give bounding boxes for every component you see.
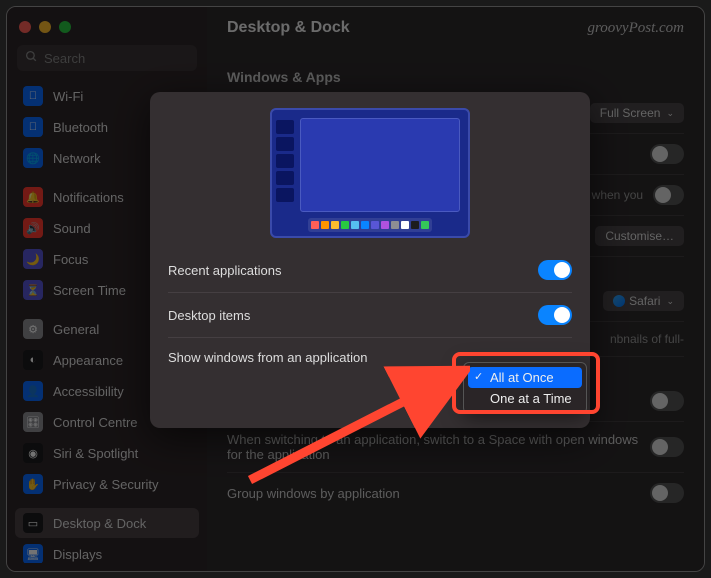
search-input[interactable]: Search	[17, 45, 197, 71]
focus-icon: 🌙	[23, 249, 43, 269]
sidebar-item-label: Accessibility	[53, 384, 124, 399]
page-title: Desktop & Dock	[227, 19, 350, 37]
displays-icon: 🖥	[23, 544, 43, 563]
show-windows-dropdown[interactable]: All at OnceOne at a Time	[463, 362, 587, 414]
sidebar-item-label: Screen Time	[53, 283, 126, 298]
sidebar-item-displays[interactable]: 🖥 Displays	[15, 539, 199, 563]
dropdown-option[interactable]: All at Once	[468, 367, 582, 388]
sidebar-item-label: Privacy & Security	[53, 477, 158, 492]
network-icon: 🌐	[23, 148, 43, 168]
gear-icon: ⚙	[23, 319, 43, 339]
window-controls	[7, 15, 207, 45]
bluetooth-icon: 􀖀	[23, 117, 43, 137]
desktop-items-toggle[interactable]	[538, 305, 572, 325]
privacy-icon: ✋	[23, 474, 43, 494]
sidebar-item-label: Appearance	[53, 353, 123, 368]
sidebar-item-label: Focus	[53, 252, 88, 267]
maximize-icon[interactable]	[59, 21, 71, 33]
sidebar-item-label: Network	[53, 151, 101, 166]
watermark: groovyPost.com	[587, 20, 684, 37]
sidebar-item-privacy-security[interactable]: ✋ Privacy & Security	[15, 469, 199, 499]
recent-apps-row: Recent applications	[168, 248, 572, 293]
screentime-icon: ⏳	[23, 280, 43, 300]
safari-select[interactable]: Safari	[603, 291, 684, 311]
sidebar-item-siri-spotlight[interactable]: ◉ Siri & Spotlight	[15, 438, 199, 468]
setting-label: Recent applications	[168, 263, 281, 278]
recent-apps-toggle[interactable]	[538, 260, 572, 280]
sound-icon: 🔊	[23, 218, 43, 238]
sidebar-item-label: Displays	[53, 547, 102, 562]
toggle[interactable]	[650, 144, 684, 164]
sidebar-item-label: General	[53, 322, 99, 337]
header: Desktop & Dock groovyPost.com	[207, 7, 704, 49]
accessibility-icon: 👤	[23, 381, 43, 401]
compass-icon	[613, 295, 625, 307]
sidebar-item-label: Desktop & Dock	[53, 516, 146, 531]
setting-row: When switching to an application, switch…	[227, 422, 684, 473]
desktop-icon: ▭	[23, 513, 43, 533]
setting-label: Desktop items	[168, 308, 250, 323]
dock-preview	[308, 218, 432, 232]
control-icon: 🎛	[23, 412, 43, 432]
toggle[interactable]	[650, 391, 684, 411]
sidebar-item-label: Bluetooth	[53, 120, 108, 135]
customise-button[interactable]: Customise…	[595, 226, 684, 246]
sidebar-item-label: Siri & Spotlight	[53, 446, 138, 461]
wifi-icon: 􀙇	[23, 86, 43, 106]
appearance-icon: ◐	[23, 350, 43, 370]
preview-area	[150, 92, 590, 248]
toggle[interactable]	[650, 437, 684, 457]
sidebar-item-label: Notifications	[53, 190, 124, 205]
minimize-icon[interactable]	[39, 21, 51, 33]
siri-icon: ◉	[23, 443, 43, 463]
setting-label: Show windows from an application	[168, 350, 367, 365]
toggle[interactable]	[653, 185, 684, 205]
sidebar-item-label: Control Centre	[53, 415, 138, 430]
search-icon	[25, 50, 38, 66]
setting-label: When switching to an application, switch…	[227, 432, 640, 462]
sidebar-item-desktop-dock[interactable]: ▭ Desktop & Dock	[15, 508, 199, 538]
sidebar-item-label: Wi-Fi	[53, 89, 83, 104]
toggle[interactable]	[650, 483, 684, 503]
fullscreen-select[interactable]: Full Screen	[590, 103, 684, 123]
close-icon[interactable]	[19, 21, 31, 33]
search-placeholder: Search	[44, 51, 85, 66]
setting-label: Group windows by application	[227, 486, 400, 501]
dropdown-option[interactable]: One at a Time	[468, 388, 582, 409]
desktop-items-row: Desktop items	[168, 293, 572, 338]
sidebar-item-label: Sound	[53, 221, 91, 236]
desktop-preview	[270, 108, 470, 238]
setting-row: Group windows by application	[227, 473, 684, 513]
section-heading: Windows & Apps	[227, 69, 684, 85]
bell-icon: 🔔	[23, 187, 43, 207]
